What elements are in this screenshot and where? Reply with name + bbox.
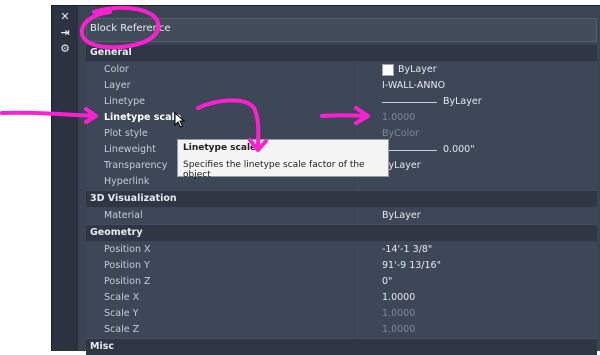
row-label: Scale Y [104,308,139,319]
row-color[interactable]: Color ByLayer [86,62,597,79]
row-label: Material [104,210,143,221]
section-general[interactable]: General [86,45,597,61]
row-value: 1.0000 [382,292,416,303]
palette-title-bar: ✕ ⇥ ⚙ [52,6,79,351]
row-label: Linetype scale [104,112,182,123]
row-value: ByColor [382,128,419,139]
section-title: 3D Visualization [90,193,177,204]
row-scale-z[interactable]: Scale Z 1.0000 [86,322,597,339]
row-value: 0" [382,276,393,287]
row-label: Lineweight [104,144,156,155]
row-linetype[interactable]: Linetype ByLayer [86,94,597,111]
row-material[interactable]: Material ByLayer [86,208,597,225]
row-scale-x[interactable]: Scale X 1.0000 [86,290,597,307]
row-value: 0.000" [443,144,475,155]
lineweight-preview [382,150,437,151]
row-label: Color [104,64,129,75]
row-position-y[interactable]: Position Y 91'-9 13/16" [86,258,597,275]
row-label: Position X [104,244,151,255]
section-title: Misc [90,341,114,352]
object-type-value: Block Reference [90,23,171,34]
row-value: 1.0000 [382,324,416,335]
close-icon[interactable]: ✕ [55,10,75,23]
row-label: Layer [104,80,131,91]
auto-hide-icon[interactable]: ⇥ [55,26,75,39]
row-value: 91'-9 13/16" [382,260,441,271]
row-label: Linetype [104,96,146,107]
row-value: 1.0000 [382,308,416,319]
row-value: ByLayer [398,64,437,75]
row-value: I-WALL-ANNO [382,80,446,91]
linetype-preview [382,102,437,103]
row-layer[interactable]: Layer I-WALL-ANNO [86,78,597,95]
row-value: ByLayer [382,210,421,221]
section-misc[interactable]: Misc [86,339,597,355]
row-label: Hyperlink [104,176,150,187]
row-value: ByLayer [443,96,482,107]
object-type-dropdown[interactable]: Block Reference [86,18,597,42]
row-position-x[interactable]: Position X -14'-1 3/8" [86,242,597,259]
row-label: Scale Z [104,324,140,335]
tooltip-title: Linetype scale [183,143,257,153]
tooltip: Linetype scale Specifies the linetype sc… [177,139,389,180]
section-3d-visualization[interactable]: 3D Visualization [86,191,597,207]
row-label: Position Z [104,276,151,287]
row-value: -14'-1 3/8" [382,244,433,255]
section-title: Geometry [90,227,143,238]
section-title: General [90,47,132,58]
row-linetype-scale[interactable]: Linetype scale 1.0000 [86,110,597,127]
row-scale-y[interactable]: Scale Y 1.0000 [86,306,597,323]
row-label: Transparency [104,160,168,171]
row-label: Position Y [104,260,150,271]
settings-icon[interactable]: ⚙ [55,42,75,55]
row-label: Plot style [104,128,148,139]
tooltip-body: Specifies the linetype scale factor of t… [183,160,365,180]
row-value: 1.0000 [382,112,416,123]
row-label: Scale X [104,292,140,303]
row-position-z[interactable]: Position Z 0" [86,274,597,291]
section-geometry[interactable]: Geometry [86,225,597,241]
color-swatch [382,64,394,76]
